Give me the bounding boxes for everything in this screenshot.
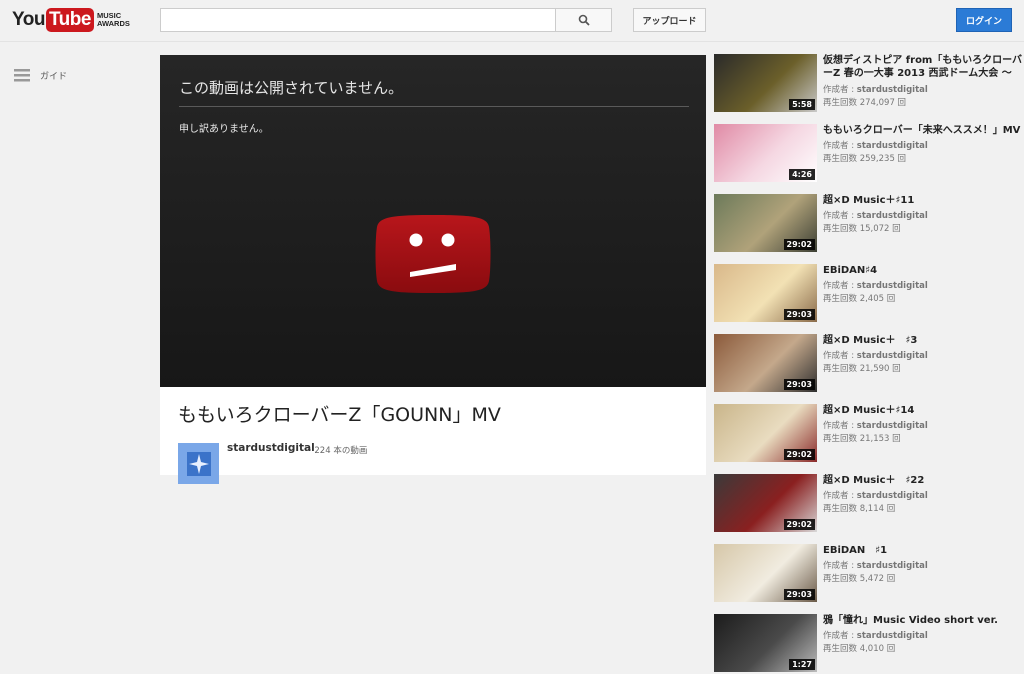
- video-thumbnail[interactable]: 29:03: [714, 334, 817, 392]
- search-button[interactable]: [555, 8, 612, 32]
- player-divider: [179, 106, 689, 107]
- guide-label: ガイド: [40, 71, 68, 82]
- video-thumbnail[interactable]: 29:03: [714, 544, 817, 602]
- related-video-author: 作成者 : stardustdigital: [823, 489, 928, 501]
- author-prefix: 作成者 :: [823, 141, 857, 151]
- channel-avatar[interactable]: [178, 443, 219, 484]
- sad-face-icon: [375, 215, 491, 293]
- related-video-item[interactable]: 29:02 超×D Music＋♯14 作成者 : stardustdigital 再…: [714, 404, 1024, 464]
- related-video-author: 作成者 : stardustdigital: [823, 209, 928, 221]
- related-video-title[interactable]: EBiDAN ♯1: [823, 544, 1024, 557]
- video-thumbnail[interactable]: 29:02: [714, 194, 817, 252]
- related-video-item[interactable]: 5:58 仮想ディストピア from「ももいろクローバ ーZ 春の一大事 2013 …: [714, 54, 1024, 114]
- search-icon: [578, 14, 590, 26]
- related-video-views: 再生回数 8,114 回: [823, 504, 896, 514]
- related-video-views: 再生回数 21,153 回: [823, 434, 901, 444]
- related-video-item[interactable]: 4:26 ももいろクローバー「未来へススメ！」MV 作成者 : stardustdi…: [714, 124, 1024, 184]
- related-video-views: 再生回数 4,010 回: [823, 644, 896, 654]
- author-name: stardustdigital: [856, 631, 928, 641]
- logo-you: You: [12, 9, 45, 30]
- guide-button[interactable]: ガイド: [14, 68, 67, 82]
- video-duration: 29:02: [783, 239, 815, 250]
- author-name: stardustdigital: [856, 351, 928, 361]
- video-duration: 29:03: [783, 309, 815, 320]
- video-duration: 29:03: [783, 379, 815, 390]
- logo-awards: MUSIC AWARDS: [97, 12, 130, 28]
- author-prefix: 作成者 :: [823, 631, 857, 641]
- related-video-title[interactable]: 超×D Music＋♯14: [823, 404, 1024, 417]
- logo-awards-line2: AWARDS: [96, 19, 130, 28]
- related-video-title[interactable]: 仮想ディストピア from「ももいろクローバ: [823, 54, 1024, 67]
- related-video-title[interactable]: 超×D Music＋ ♯22: [823, 474, 1024, 487]
- related-video-views: 再生回数 21,590 回: [823, 364, 901, 374]
- video-title: ももいろクローバーZ「GOUNN」MV: [178, 404, 501, 426]
- related-video-views: 再生回数 274,097 回: [823, 98, 907, 108]
- logo-tube: Tube: [45, 8, 94, 32]
- related-video-author: 作成者 : stardustdigital: [823, 83, 928, 95]
- related-video-item[interactable]: 29:03 EBiDAN♯4 作成者 : stardustdigital 再生回数 2…: [714, 264, 1024, 324]
- related-video-item[interactable]: 1:27 鴉「憧れ」Music Video short ver. 作成者 : sta…: [714, 614, 1024, 674]
- video-thumbnail[interactable]: 1:27: [714, 614, 817, 672]
- video-duration: 29:02: [783, 449, 815, 460]
- video-duration: 5:58: [789, 99, 815, 110]
- unavailable-message: この動画は公開されていません。: [179, 79, 404, 97]
- video-duration: 29:03: [783, 589, 815, 600]
- related-video-views: 再生回数 5,472 回: [823, 574, 896, 584]
- video-thumbnail[interactable]: 29:03: [714, 264, 817, 322]
- unavailable-subtitle: 申し訳ありません。: [179, 124, 269, 135]
- related-video-title[interactable]: 超×D Music＋♯11: [823, 194, 1024, 207]
- video-duration: 1:27: [789, 659, 815, 670]
- channel-name-link[interactable]: stardustdigital: [227, 442, 315, 454]
- author-prefix: 作成者 :: [823, 351, 857, 361]
- upload-button[interactable]: アップロード: [633, 8, 706, 32]
- author-prefix: 作成者 :: [823, 491, 857, 501]
- related-video-title[interactable]: ももいろクローバー「未来へススメ！」MV: [823, 124, 1024, 137]
- author-name: stardustdigital: [856, 141, 928, 151]
- related-video-author: 作成者 : stardustdigital: [823, 349, 928, 361]
- hamburger-icon: [14, 69, 30, 82]
- related-video-title-line2[interactable]: ーZ 春の一大事 2013 西武ドーム大会 〜: [823, 67, 1024, 80]
- video-thumbnail[interactable]: 29:02: [714, 474, 817, 532]
- related-video-item[interactable]: 29:03 超×D Music＋ ♯3 作成者 : stardustdigital 再…: [714, 334, 1024, 394]
- author-prefix: 作成者 :: [823, 211, 857, 221]
- author-prefix: 作成者 :: [823, 85, 857, 95]
- video-duration: 4:26: [789, 169, 815, 180]
- video-player[interactable]: この動画は公開されていません。 申し訳ありません。: [160, 55, 706, 387]
- related-video-views: 再生回数 2,405 回: [823, 294, 896, 304]
- video-thumbnail[interactable]: 29:02: [714, 404, 817, 462]
- author-name: stardustdigital: [856, 211, 928, 221]
- star-logo-icon: [186, 451, 211, 476]
- video-thumbnail[interactable]: 4:26: [714, 124, 817, 182]
- author-name: stardustdigital: [856, 561, 928, 571]
- related-video-item[interactable]: 29:02 超×D Music＋ ♯22 作成者 : stardustdigital…: [714, 474, 1024, 534]
- related-video-author: 作成者 : stardustdigital: [823, 629, 928, 641]
- related-video-author: 作成者 : stardustdigital: [823, 559, 928, 571]
- related-video-title[interactable]: 超×D Music＋ ♯3: [823, 334, 1024, 347]
- related-video-title[interactable]: EBiDAN♯4: [823, 264, 1024, 277]
- video-duration: 29:02: [783, 519, 815, 530]
- video-thumbnail[interactable]: 5:58: [714, 54, 817, 112]
- related-video-author: 作成者 : stardustdigital: [823, 279, 928, 291]
- author-prefix: 作成者 :: [823, 281, 857, 291]
- login-button[interactable]: ログイン: [956, 8, 1012, 32]
- related-video-views: 再生回数 15,072 回: [823, 224, 901, 234]
- related-video-item[interactable]: 29:03 EBiDAN ♯1 作成者 : stardustdigital 再生回数 …: [714, 544, 1024, 604]
- youtube-logo[interactable]: You Tube MUSIC AWARDS: [12, 6, 130, 34]
- related-video-title[interactable]: 鴉「憧れ」Music Video short ver.: [823, 614, 1024, 627]
- related-video-item[interactable]: 29:02 超×D Music＋♯11 作成者 : stardustdigital 再…: [714, 194, 1024, 254]
- channel-video-count: · 224 本の動画: [309, 446, 368, 456]
- author-name: stardustdigital: [856, 85, 928, 95]
- search-input[interactable]: [160, 8, 556, 32]
- author-name: stardustdigital: [856, 491, 928, 501]
- author-prefix: 作成者 :: [823, 421, 857, 431]
- related-video-views: 再生回数 259,235 回: [823, 154, 907, 164]
- author-name: stardustdigital: [856, 421, 928, 431]
- author-name: stardustdigital: [856, 281, 928, 291]
- related-video-author: 作成者 : stardustdigital: [823, 419, 928, 431]
- author-prefix: 作成者 :: [823, 561, 857, 571]
- masthead: You Tube MUSIC AWARDS アップロード ログイン: [0, 0, 1024, 42]
- related-video-author: 作成者 : stardustdigital: [823, 139, 928, 151]
